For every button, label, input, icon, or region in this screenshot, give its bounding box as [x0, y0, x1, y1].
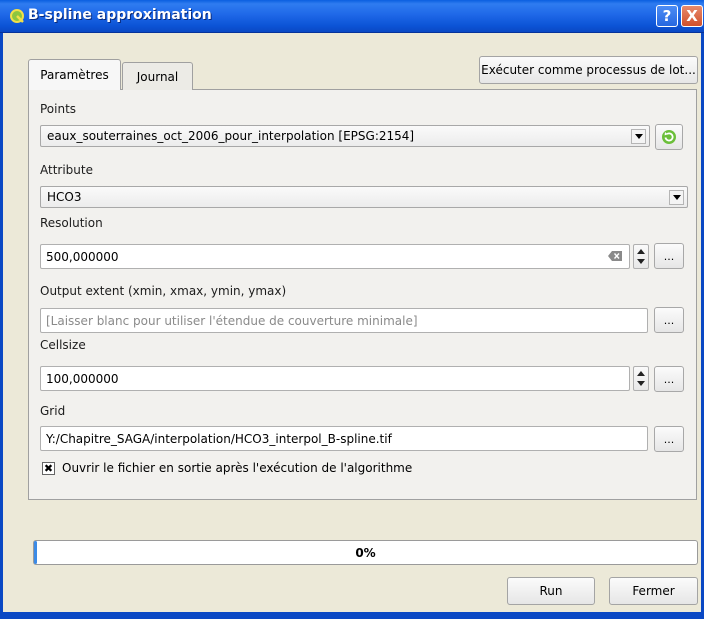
resolution-spinner[interactable]	[633, 244, 649, 269]
progress-bar: 0%	[33, 540, 698, 565]
output-extent-browse-button[interactable]: ...	[654, 307, 684, 333]
qgis-logo-icon	[10, 9, 24, 23]
attribute-select[interactable]: HCO3	[40, 186, 688, 208]
open-output-label: Ouvrir le fichier en sortie après l'exéc…	[62, 461, 413, 475]
resolution-input[interactable]: 500,000000	[40, 244, 630, 269]
grid-output-value: Y:/Chapitre_SAGA/interpolation/HCO3_inte…	[46, 431, 392, 446]
output-extent-input[interactable]: [Laisser blanc pour utiliser l'étendue d…	[40, 308, 648, 333]
refresh-icon	[662, 130, 676, 144]
run-as-batch-button[interactable]: Exécuter comme processus de lot...	[479, 56, 698, 84]
window-close-button[interactable]: X	[681, 5, 703, 27]
cellsize-input[interactable]: 100,000000	[40, 366, 630, 391]
chevron-down-icon[interactable]	[631, 129, 646, 144]
resolution-label: Resolution	[40, 216, 103, 230]
grid-label: Grid	[40, 404, 66, 418]
title-bar[interactable]: B-spline approximation ? X	[0, 0, 704, 33]
attribute-select-value: HCO3	[47, 190, 82, 204]
cellsize-label: Cellsize	[40, 338, 86, 352]
grid-browse-button[interactable]: ...	[654, 426, 684, 452]
open-output-checkbox[interactable]: ✖	[42, 462, 55, 475]
grid-output-input[interactable]: Y:/Chapitre_SAGA/interpolation/HCO3_inte…	[40, 426, 648, 451]
run-button[interactable]: Run	[507, 577, 595, 605]
close-button[interactable]: Fermer	[609, 577, 698, 605]
points-select-value: eaux_souterraines_oct_2006_pour_interpol…	[47, 129, 415, 143]
tab-parametres[interactable]: Paramètres	[28, 59, 121, 90]
window-title: B-spline approximation	[28, 7, 212, 23]
attribute-label: Attribute	[40, 163, 93, 177]
points-select[interactable]: eaux_souterraines_oct_2006_pour_interpol…	[40, 125, 650, 147]
refresh-layer-button[interactable]	[655, 124, 683, 150]
tab-journal[interactable]: Journal	[122, 62, 193, 90]
output-extent-label: Output extent (xmin, xmax, ymin, ymax)	[40, 284, 287, 298]
resolution-browse-button[interactable]: ...	[654, 243, 684, 269]
chevron-down-icon[interactable]	[669, 190, 684, 205]
output-extent-placeholder: [Laisser blanc pour utiliser l'étendue d…	[46, 313, 418, 328]
help-button[interactable]: ?	[656, 5, 678, 27]
points-label: Points	[40, 102, 77, 116]
window-bottom-border	[0, 612, 704, 619]
cellsize-value: 100,000000	[46, 371, 119, 386]
resolution-value: 500,000000	[46, 249, 119, 264]
cellsize-browse-button[interactable]: ...	[654, 366, 684, 392]
progress-text: 0%	[355, 545, 376, 560]
clear-icon[interactable]	[607, 250, 623, 262]
cellsize-spinner[interactable]	[633, 366, 649, 391]
